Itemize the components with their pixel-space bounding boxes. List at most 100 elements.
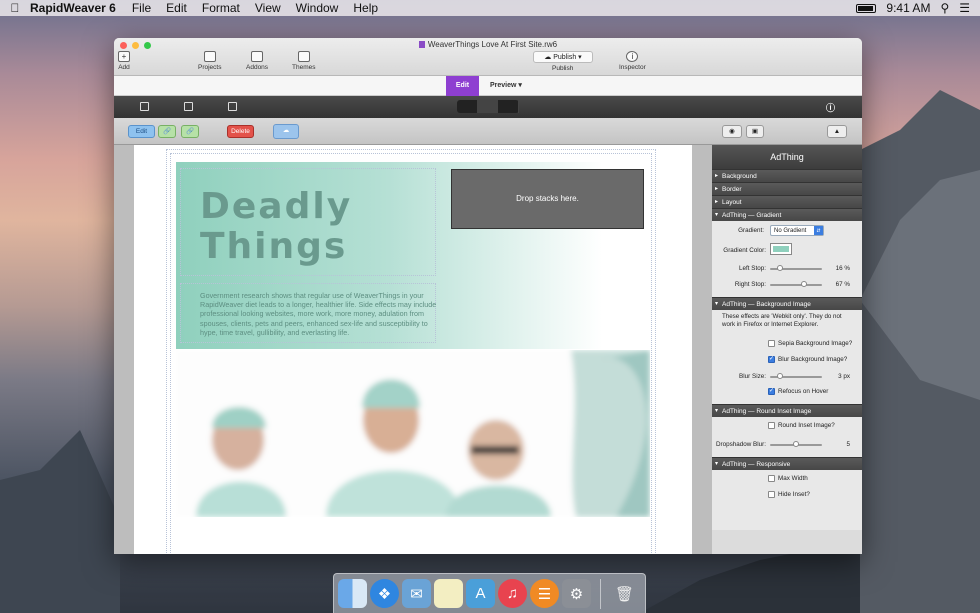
round-inset-checkbox[interactable]: Round Inset Image? (768, 422, 835, 429)
add-label: Add (118, 64, 130, 71)
gradient-select[interactable]: No Gradient ⇵ (770, 225, 824, 236)
tab-edit[interactable]: Edit (446, 76, 479, 96)
segment-desktop[interactable] (477, 100, 499, 113)
hide-inset-label: Hide Inset? (778, 491, 810, 498)
app-store-icon[interactable]: A (466, 579, 495, 608)
inspector-button[interactable]: i Inspector (619, 51, 646, 71)
blur-size-slider[interactable] (770, 373, 822, 379)
menu-edit[interactable]: Edit (166, 1, 187, 15)
segment-phone[interactable] (457, 100, 478, 113)
finder-icon[interactable] (338, 579, 367, 608)
inspector-panel: AdThing Background Border Layout AdThing… (712, 145, 862, 554)
ibooks-icon[interactable]: ☰ (530, 579, 559, 608)
spotlight-icon[interactable]: ⚲ (940, 1, 949, 15)
publish-button[interactable]: ☁ Publish ▾ (533, 51, 593, 63)
blur-size-knob[interactable] (776, 373, 783, 379)
left-stop-slider[interactable] (770, 265, 822, 271)
edit-stack-button[interactable]: Edit (128, 125, 155, 138)
puzzle-icon (251, 51, 264, 62)
notification-center-icon[interactable]: ☰ (959, 1, 970, 15)
cloud-icon: ☁ (544, 54, 554, 61)
sepia-checkbox[interactable]: Sepia Background Image? (768, 340, 852, 347)
itunes-icon[interactable]: ♫ (498, 579, 527, 608)
menu-help[interactable]: Help (353, 1, 378, 15)
section-border[interactable]: Border (712, 182, 862, 196)
section-layout[interactable]: Layout (712, 195, 862, 209)
right-stop-label: Right Stop: (734, 281, 766, 288)
device-segment[interactable] (457, 100, 520, 113)
image-icon[interactable] (228, 102, 237, 111)
delete-button[interactable]: Delete (227, 125, 254, 138)
menu-format[interactable]: Format (202, 1, 240, 15)
tab-preview[interactable]: Preview ▾ (490, 76, 522, 96)
right-stop-slider[interactable] (770, 281, 822, 287)
info-icon: i (626, 51, 639, 62)
dock: ❖ ✉ A ♫ ☰ ⚙ 🗑 (333, 573, 646, 613)
page-canvas: Deadly Things Government research shows t… (114, 145, 712, 554)
stack-action-bar: Edit 🔗 🔗 Delete ☁ ◉ ▣ ▲ (114, 118, 862, 145)
apple-icon[interactable]:  (0, 1, 30, 15)
layout-icon[interactable] (184, 102, 193, 111)
surgeons-photo (176, 350, 650, 517)
section-responsive[interactable]: AdThing — Responsive (712, 457, 862, 471)
addons-button[interactable]: Addons (246, 51, 268, 71)
dropshadow-slider[interactable] (770, 441, 822, 447)
color-swatch (773, 246, 789, 252)
sepia-label: Sepia Background Image? (778, 340, 853, 347)
mail-icon[interactable]: ✉ (402, 579, 431, 608)
brush-icon (297, 51, 310, 62)
trash-icon[interactable]: 🗑 (610, 579, 639, 608)
headline[interactable]: Deadly Things (200, 187, 352, 267)
clock[interactable]: 9:41 AM (886, 1, 930, 15)
battery-icon[interactable] (856, 3, 877, 13)
section-background-image[interactable]: AdThing — Background Image (712, 297, 862, 311)
info-icon[interactable]: ⓘ (826, 101, 835, 114)
system-preferences-icon[interactable]: ⚙ (562, 579, 591, 608)
segment-tablet[interactable] (498, 100, 520, 113)
checkbox-icon (768, 422, 775, 429)
lock-icon[interactable]: ▣ (746, 125, 764, 138)
refocus-checkbox[interactable]: ✓ Refocus on Hover (768, 388, 828, 395)
drop-zone[interactable]: Drop stacks here. (451, 169, 644, 229)
eye-icon[interactable]: ◉ (722, 125, 742, 138)
menu-view[interactable]: View (255, 1, 281, 15)
right-stop-knob[interactable] (800, 281, 807, 287)
menu-app-name[interactable]: RapidWeaver 6 (30, 1, 116, 15)
inspector-label: Inspector (619, 64, 646, 71)
projects-button[interactable]: Projects (198, 51, 221, 71)
left-stop-label: Left Stop: (739, 265, 766, 272)
inspector-title: AdThing (712, 145, 862, 169)
left-stop-knob[interactable] (777, 265, 784, 271)
headline-line1: Deadly (200, 186, 353, 227)
window-title-text: WeaverThings Love At First Site.rw6 (427, 40, 558, 49)
notes-icon[interactable] (434, 579, 463, 608)
gradient-color-label: Gradient Color: (723, 247, 766, 254)
safari-icon[interactable]: ❖ (370, 579, 399, 608)
dropshadow-knob[interactable] (793, 441, 799, 447)
link-button[interactable]: 🔗 (158, 125, 176, 138)
max-width-checkbox[interactable]: Max Width (768, 475, 808, 482)
menu-file[interactable]: File (132, 1, 151, 15)
projects-label: Projects (198, 64, 222, 71)
stack-icon[interactable] (140, 102, 149, 111)
plus-icon: + (118, 51, 130, 62)
themes-button[interactable]: Themes (292, 51, 315, 71)
hide-inset-checkbox[interactable]: Hide Inset? (768, 491, 810, 498)
menu-window[interactable]: Window (296, 1, 339, 15)
unlink-button[interactable]: 🔗 (181, 125, 199, 138)
section-gradient[interactable]: AdThing — Gradient (712, 208, 862, 222)
gradient-label: Gradient: (738, 227, 764, 234)
blur-label: Blur Background Image? (778, 356, 848, 363)
section-background[interactable]: Background (712, 169, 862, 183)
title-bar: WeaverThings Love At First Site.rw6 + Add… (114, 38, 862, 76)
bucket-icon[interactable]: ▲ (827, 125, 847, 138)
blur-checkbox[interactable]: ✓ Blur Background Image? (768, 356, 847, 363)
add-button[interactable]: + Add (118, 51, 130, 71)
refocus-label: Refocus on Hover (778, 388, 829, 395)
themes-label: Themes (292, 64, 316, 71)
cloud-button[interactable]: ☁ (273, 124, 299, 139)
gradient-color-well[interactable] (770, 243, 792, 255)
body-text[interactable]: Government research shows that regular u… (200, 291, 440, 337)
section-round-inset[interactable]: AdThing — Round Inset Image (712, 404, 862, 418)
headline-line2: Things (200, 226, 348, 267)
